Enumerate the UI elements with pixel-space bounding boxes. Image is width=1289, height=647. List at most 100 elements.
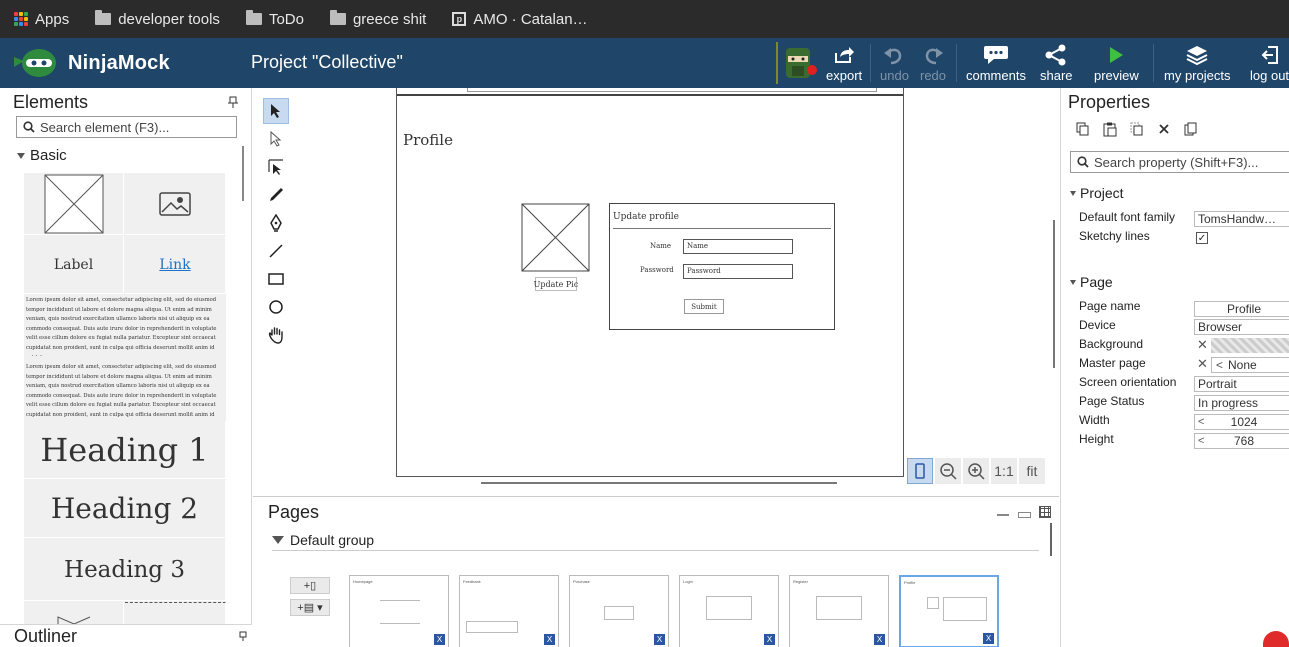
page-thumbnail-selected[interactable]: Profile X [899, 575, 999, 647]
element-label[interactable]: Label [24, 236, 124, 294]
share-button[interactable]: share [1040, 42, 1073, 83]
element-paragraph-2[interactable]: Lorem ipsum dolor sit amet, consectetur … [26, 363, 224, 419]
line-tool[interactable] [263, 238, 289, 264]
user-avatar[interactable] [776, 42, 820, 84]
node-tool[interactable] [263, 154, 289, 180]
delete-page-icon[interactable]: X [983, 633, 994, 644]
element-heading-2[interactable]: Heading 2 [24, 480, 226, 538]
grid-view-icon[interactable] [1039, 506, 1051, 518]
outliner-title[interactable]: Outliner [14, 626, 77, 647]
canvas-vertical-scrollbar[interactable] [1053, 220, 1055, 368]
add-page-button[interactable]: +▯ [290, 577, 330, 594]
page-group-default[interactable]: Default group [272, 529, 1039, 551]
undo-button[interactable]: undo [880, 42, 909, 83]
delete-page-icon[interactable]: X [764, 634, 775, 645]
project-title[interactable]: Project "Collective" [251, 52, 403, 73]
pin-icon[interactable] [228, 96, 238, 111]
delete-page-icon[interactable]: X [654, 634, 665, 645]
element-envelope[interactable] [24, 602, 124, 624]
comments-button[interactable]: comments [966, 42, 1026, 83]
list-view-icon[interactable] [1018, 512, 1031, 518]
element-image[interactable] [125, 173, 226, 235]
bookmark-todo[interactable]: ToDo [245, 10, 304, 28]
height-stepper[interactable]: < 768 [1194, 433, 1289, 449]
add-page-from-template-button[interactable]: +▤ ▾ [290, 599, 330, 616]
page-status-select[interactable]: In progress [1194, 395, 1289, 411]
mockup-password-field[interactable]: Password [683, 264, 793, 279]
preview-button[interactable]: preview [1094, 42, 1139, 83]
mockup-avatar-placeholder[interactable] [521, 203, 591, 273]
rectangle-tool[interactable] [263, 266, 289, 292]
minimize-icon[interactable] [997, 514, 1009, 516]
property-search-input[interactable]: Search property (Shift+F3)... [1070, 151, 1289, 173]
page-thumbnail[interactable]: Purchase X [569, 575, 669, 647]
element-link[interactable]: Link [125, 236, 226, 294]
element-heading-3[interactable]: Heading 3 [24, 539, 226, 601]
elements-scrollbar[interactable] [242, 146, 244, 201]
select-tool[interactable] [263, 98, 289, 124]
export-button[interactable]: export [826, 42, 862, 83]
page-thumbnail[interactable]: Register X [789, 575, 889, 647]
direct-select-tool[interactable] [263, 126, 289, 152]
clear-master-page-icon[interactable]: ✕ [1197, 356, 1208, 372]
pin-icon[interactable] [239, 631, 247, 644]
app-logo[interactable]: NinjaMock [12, 47, 170, 79]
decrement-icon[interactable]: < [1198, 416, 1204, 428]
delete-page-icon[interactable]: X [874, 634, 885, 645]
copy-button[interactable] [1072, 118, 1094, 140]
element-search-input[interactable]: Search element (F3)... [16, 116, 237, 138]
paste-button[interactable] [1099, 118, 1121, 140]
mockup-submit-button[interactable]: Submit [684, 299, 724, 314]
zoom-fit-button[interactable]: fit [1019, 458, 1045, 484]
my-projects-button[interactable]: my projects [1164, 42, 1230, 83]
zoom-actual-size-button[interactable]: 1:1 [991, 458, 1017, 484]
ellipse-tool[interactable] [263, 294, 289, 320]
section-project[interactable]: Project [1070, 185, 1124, 201]
mockup-name-field[interactable]: Name [683, 239, 793, 254]
clear-background-icon[interactable]: ✕ [1197, 337, 1208, 353]
delete-button[interactable] [1153, 118, 1175, 140]
mockup-update-pic-button[interactable]: Update Pic [534, 277, 578, 291]
screen-orientation-select[interactable]: Portrait [1194, 376, 1289, 392]
redo-button[interactable]: redo [920, 42, 946, 83]
mockup-page[interactable]: Profile Update Pic Update profile Name N… [396, 88, 904, 477]
section-page[interactable]: Page [1070, 274, 1113, 290]
bookmark-developer-tools[interactable]: developer tools [95, 10, 220, 28]
background-color-swatch[interactable] [1211, 338, 1289, 353]
pan-tool[interactable] [263, 322, 289, 348]
decrement-icon[interactable]: < [1198, 435, 1204, 447]
delete-page-icon[interactable]: X [544, 634, 555, 645]
paste-style-button[interactable] [1126, 118, 1148, 140]
master-page-select[interactable]: < None [1211, 357, 1289, 373]
bookmark-apps[interactable]: Apps [14, 11, 69, 28]
element-placeholder-image[interactable] [24, 173, 124, 235]
design-canvas[interactable]: Profile Update Pic Update profile Name N… [253, 88, 1059, 496]
notification-badge[interactable] [1263, 631, 1289, 647]
element-paragraph[interactable]: Lorem ipsum dolor sit amet, consectetur … [26, 296, 224, 356]
width-stepper[interactable]: < 1024 [1194, 414, 1289, 430]
canvas-horizontal-scrollbar[interactable] [481, 482, 837, 484]
logout-button[interactable]: log out [1250, 42, 1289, 83]
pencil-tool[interactable] [263, 182, 289, 208]
page-thumbnail[interactable]: Feedback X [459, 575, 559, 647]
group-basic[interactable]: Basic [17, 147, 67, 164]
element-dashed-box[interactable] [125, 602, 226, 624]
page-thumbnail[interactable]: Login X [679, 575, 779, 647]
duplicate-button[interactable] [1180, 118, 1202, 140]
bookmark-amo[interactable]: p AMO · Catalan… [452, 11, 588, 28]
delete-page-icon[interactable]: X [434, 634, 445, 645]
pen-tool[interactable] [263, 210, 289, 236]
mockup-profile-form[interactable]: Update profile Name Name Password Passwo… [609, 203, 835, 330]
device-select[interactable]: Browser [1194, 319, 1289, 335]
zoom-in-button[interactable] [963, 458, 989, 484]
pages-scrollbar[interactable] [1050, 523, 1052, 556]
sketchy-lines-checkbox[interactable]: ✓ [1196, 232, 1208, 244]
mockup-page-heading[interactable]: Profile [403, 131, 453, 149]
device-frame-toggle[interactable] [907, 458, 933, 484]
element-heading-1[interactable]: Heading 1 [24, 421, 226, 479]
bookmark-greece[interactable]: greece shit [329, 10, 426, 28]
default-font-family-select[interactable]: TomsHandw… [1194, 211, 1289, 227]
zoom-out-button[interactable] [935, 458, 961, 484]
page-name-input[interactable]: Profile [1194, 301, 1289, 317]
page-thumbnail[interactable]: Homepage X [349, 575, 449, 647]
